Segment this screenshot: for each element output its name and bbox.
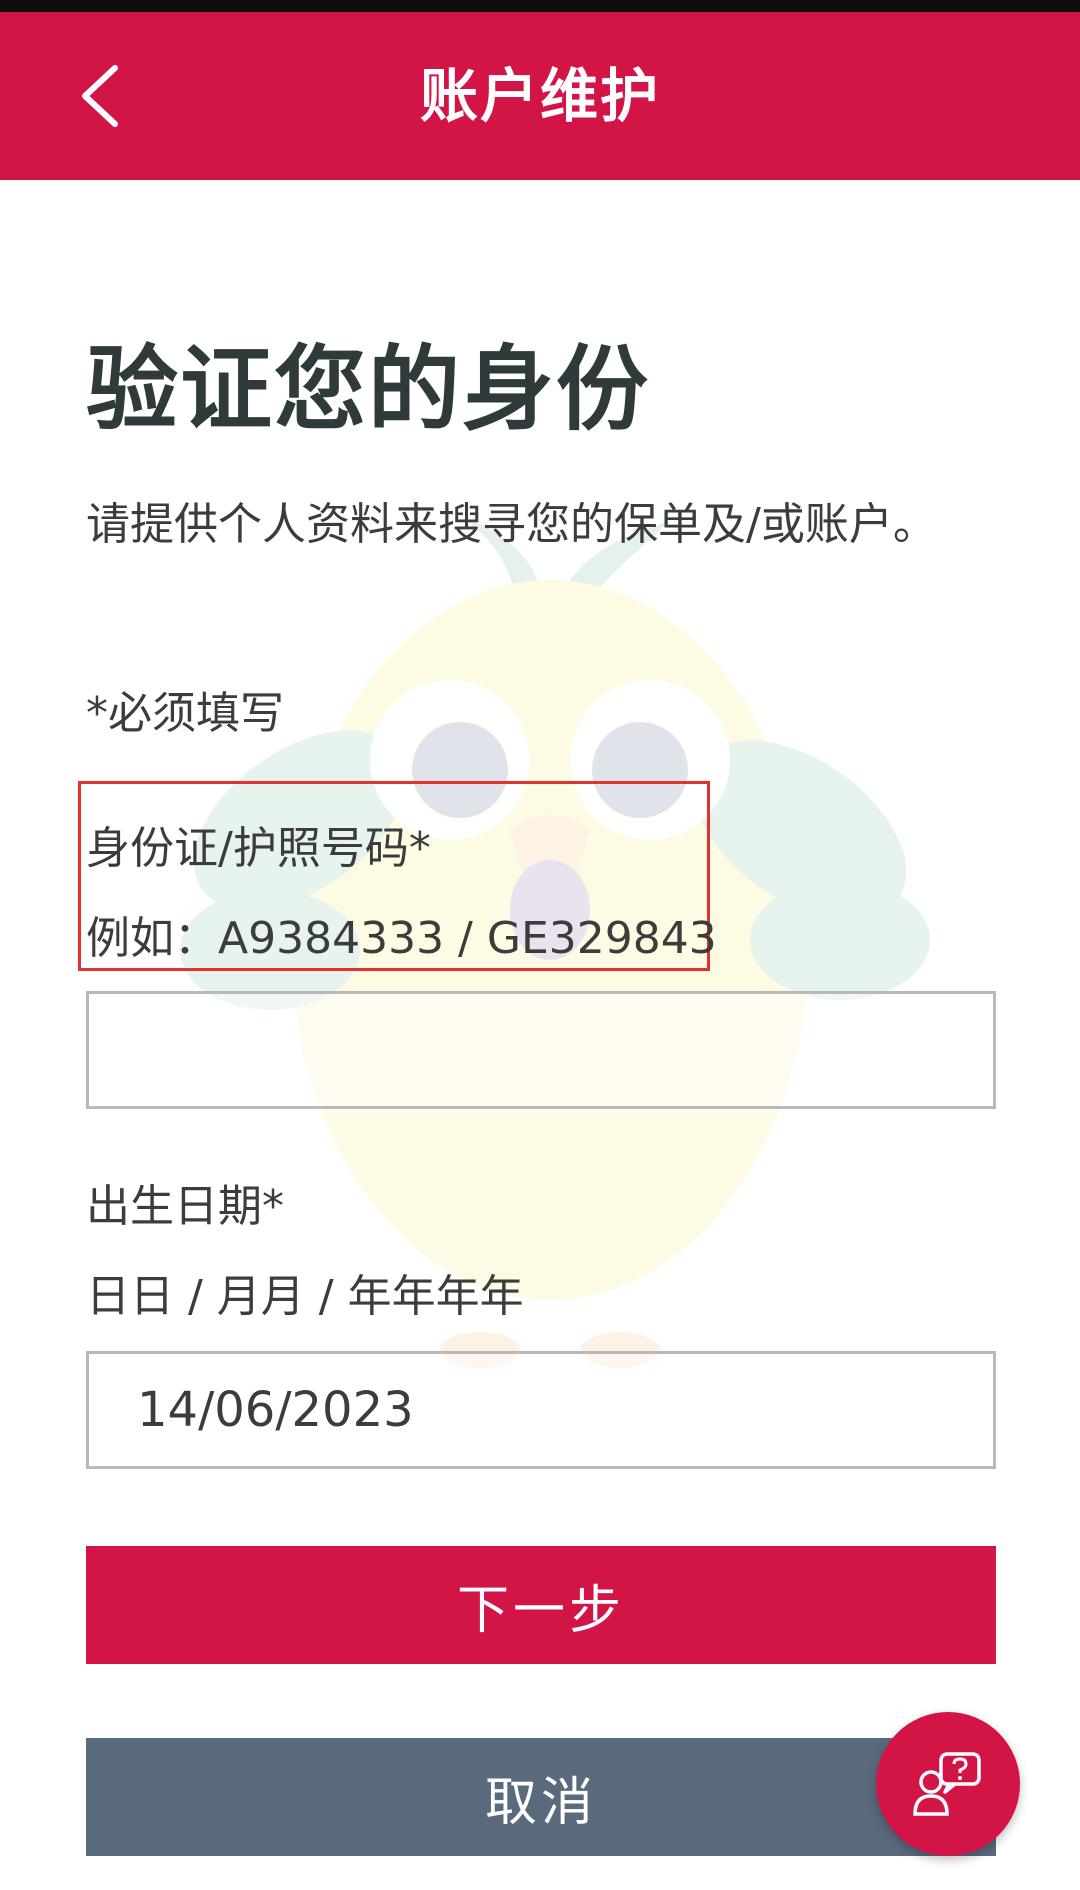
dob-label: 出生日期*: [86, 1181, 284, 1232]
app-header: 账户维护: [0, 12, 1080, 180]
page-title: 验证您的身份: [86, 336, 651, 443]
id-number-hint: 例如：A9384333 / GE329843: [86, 913, 717, 964]
next-button[interactable]: 下一步: [86, 1546, 996, 1664]
help-chat-button[interactable]: [876, 1712, 1020, 1856]
required-note: *必须填写: [86, 688, 284, 739]
id-number-label: 身份证/护照号码*: [86, 823, 431, 874]
cancel-button[interactable]: 取消: [86, 1738, 996, 1856]
status-bar: [0, 0, 1080, 12]
dob-hint: 日日 / 月月 / 年年年年: [86, 1271, 524, 1322]
id-number-input[interactable]: [86, 991, 996, 1109]
back-button[interactable]: [62, 56, 136, 136]
help-chat-icon: [913, 1752, 981, 1816]
header-title: 账户维护: [419, 62, 660, 130]
dob-input[interactable]: [86, 1351, 996, 1469]
chevron-left-icon: [82, 65, 118, 127]
page-description: 请提供个人资料来搜寻您的保单及/或账户。: [86, 499, 937, 550]
